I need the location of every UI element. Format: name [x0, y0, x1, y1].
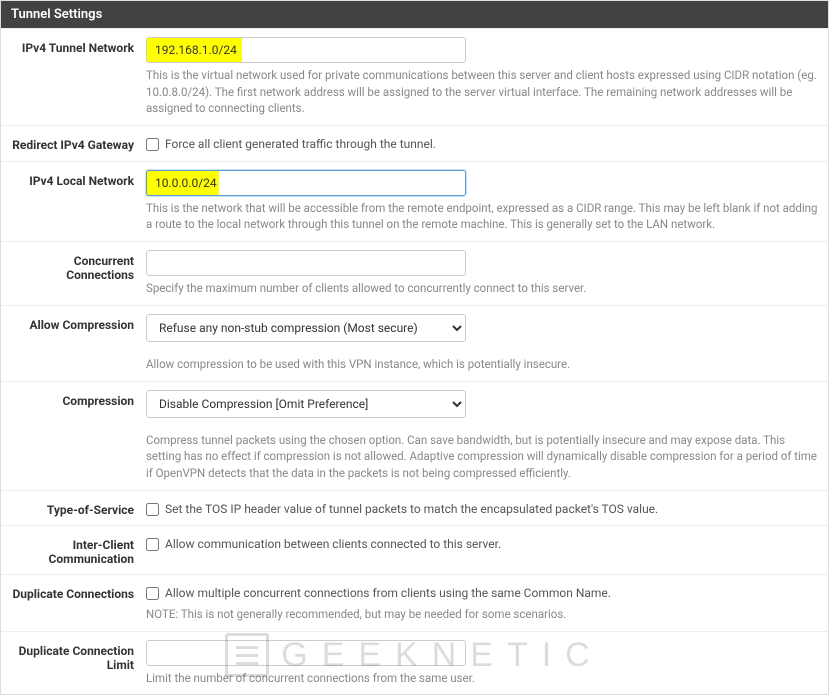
panel-title: Tunnel Settings [1, 1, 828, 28]
ipv4-tunnel-input[interactable] [146, 37, 466, 63]
label-duplicate-limit: Duplicate Connection Limit [11, 640, 146, 687]
help-ipv4-local: This is the network that will be accessi… [146, 200, 818, 233]
inter-client-cblabel: Allow communication between clients conn… [165, 536, 501, 553]
row-concurrent: Concurrent Connections Specify the maxim… [1, 241, 828, 305]
concurrent-input[interactable] [146, 250, 466, 276]
help-duplicate-limit: Limit the number of concurrent connectio… [146, 670, 818, 687]
help-allow-compression: Allow compression to be used with this V… [146, 356, 818, 373]
label-compression: Compression [11, 390, 146, 482]
duplicate-cblabel: Allow multiple concurrent connections fr… [165, 585, 611, 602]
row-duplicate: Duplicate Connections Allow multiple con… [1, 574, 828, 630]
inter-client-checkbox[interactable] [146, 538, 159, 551]
label-duplicate: Duplicate Connections [11, 583, 146, 622]
compression-select[interactable]: Disable Compression [Omit Preference] [146, 390, 466, 418]
duplicate-note: NOTE: This is not generally recommended,… [146, 606, 818, 623]
row-compression: Compression Disable Compression [Omit Pr… [1, 381, 828, 490]
label-allow-compression: Allow Compression [11, 314, 146, 373]
duplicate-checkbox[interactable] [146, 587, 159, 600]
row-ipv4-local: IPv4 Local Network This is the network t… [1, 161, 828, 241]
label-inter-client: Inter-Client Communication [11, 534, 146, 566]
row-inter-client: Inter-Client Communication Allow communi… [1, 525, 828, 574]
label-ipv4-tunnel: IPv4 Tunnel Network [11, 37, 146, 117]
row-tos: Type-of-Service Set the TOS IP header va… [1, 490, 828, 526]
duplicate-limit-input[interactable] [146, 640, 466, 666]
redirect-gateway-checkbox[interactable] [146, 138, 159, 151]
label-tos: Type-of-Service [11, 499, 146, 518]
label-redirect-gateway: Redirect IPv4 Gateway [11, 134, 146, 153]
label-concurrent: Concurrent Connections [11, 250, 146, 297]
row-allow-compression: Allow Compression Refuse any non-stub co… [1, 305, 828, 381]
redirect-gateway-cblabel: Force all client generated traffic throu… [165, 136, 436, 153]
row-duplicate-limit: Duplicate Connection Limit Limit the num… [1, 631, 828, 695]
help-compression: Compress tunnel packets using the chosen… [146, 432, 818, 482]
allow-compression-select[interactable]: Refuse any non-stub compression (Most se… [146, 314, 466, 342]
row-redirect-gateway: Redirect IPv4 Gateway Force all client g… [1, 125, 828, 161]
row-ipv4-tunnel: IPv4 Tunnel Network This is the virtual … [1, 28, 828, 125]
ipv4-local-input[interactable] [146, 170, 466, 196]
help-concurrent: Specify the maximum number of clients al… [146, 280, 818, 297]
tos-cblabel: Set the TOS IP header value of tunnel pa… [165, 501, 658, 518]
tos-checkbox[interactable] [146, 503, 159, 516]
help-ipv4-tunnel: This is the virtual network used for pri… [146, 67, 818, 117]
tunnel-settings-panel: Tunnel Settings IPv4 Tunnel Network This… [0, 0, 829, 695]
label-ipv4-local: IPv4 Local Network [11, 170, 146, 233]
